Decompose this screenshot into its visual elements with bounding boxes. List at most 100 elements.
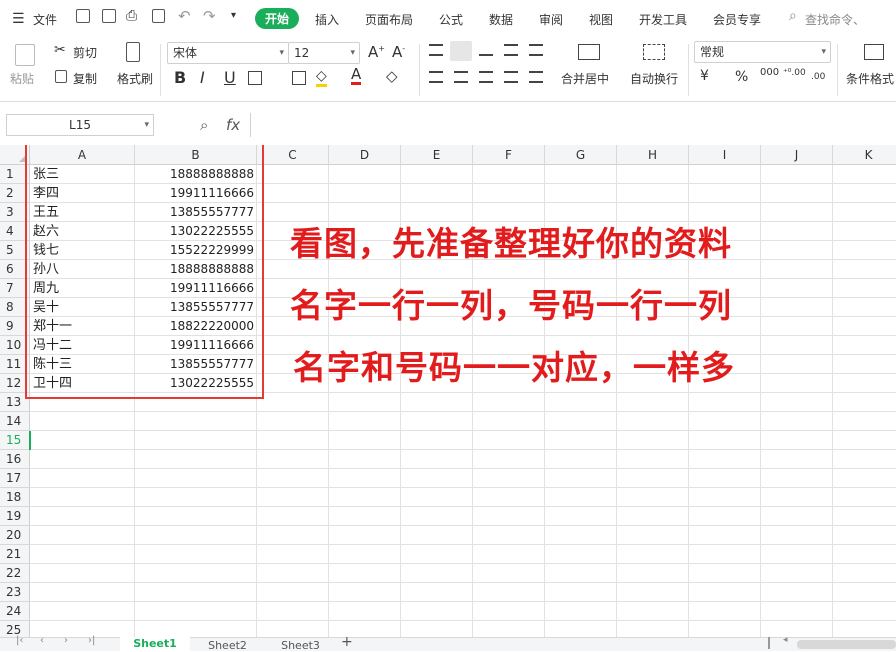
font-size-select[interactable]: 12 ▾ [288,42,360,64]
bold-button[interactable]: B [174,68,186,87]
increase-decimal-button[interactable]: ⁺⁰.00 [783,68,806,78]
align-bottom-icon[interactable] [479,44,493,56]
row-header-17[interactable]: 17 [0,469,30,488]
hamburger-icon[interactable]: ☰ [12,11,25,27]
fill-style-icon[interactable] [292,71,306,85]
export-icon[interactable] [102,9,116,23]
horizontal-scrollbar[interactable] [797,640,896,649]
column-header-j[interactable]: J [761,145,833,165]
fx-button[interactable]: fx [226,116,240,134]
next-sheet-icon[interactable]: › [64,635,68,646]
column-header-h[interactable]: H [617,145,689,165]
search-icon[interactable]: ⌕ [789,8,797,24]
row-header-23[interactable]: 23 [0,583,30,602]
wrap-text-button[interactable]: 自动换行 [630,70,678,87]
align-right-icon[interactable] [479,71,493,83]
tab-member[interactable]: 会员专享 [713,11,761,28]
search-command-input[interactable]: 查找命令、 [805,11,896,28]
tab-developer[interactable]: 开发工具 [639,11,687,28]
formula-input[interactable] [250,113,896,137]
first-sheet-icon[interactable]: |‹ [16,635,23,646]
cut-button[interactable]: 剪切 [73,44,97,61]
tab-review[interactable]: 审阅 [539,11,563,28]
ribbon-toolbar: 粘贴 ✂ 剪切 复制 格式刷 宋体 ▾ 12 ▾ A+ A- B I U ◇ A… [0,36,896,102]
thousands-button[interactable]: 000 [760,67,779,78]
decrease-decimal-button[interactable]: .00 [811,72,825,82]
sheet-tab-2[interactable]: Sheet2 [195,639,260,652]
grid-hline [30,563,896,564]
column-header-f[interactable]: F [473,145,545,165]
column-header-g[interactable]: G [545,145,617,165]
paste-button[interactable]: 粘贴 [10,70,34,87]
percent-button[interactable]: % [735,69,748,85]
number-format-select[interactable]: 常规 ▾ [694,41,831,63]
row-header-15[interactable]: 15 [0,431,30,450]
font-color-icon[interactable]: A [351,66,362,85]
align-middle-icon[interactable] [450,41,472,61]
print-icon[interactable]: ⎙ [126,8,137,24]
border-icon[interactable] [248,71,262,85]
indent-increase-icon[interactable] [529,44,543,56]
format-painter-button[interactable]: 格式刷 [117,70,153,87]
name-box[interactable]: L15 ▾ [6,114,154,136]
add-sheet-icon[interactable]: + [341,634,353,650]
tab-data[interactable]: 数据 [489,11,513,28]
merge-center-button[interactable]: 合并居中 [561,70,609,87]
preview-icon[interactable] [152,9,165,23]
fill-color-icon[interactable]: ◇ [316,68,327,87]
row-header-18[interactable]: 18 [0,488,30,507]
distribute-icon[interactable] [529,71,543,83]
font-name-select[interactable]: 宋体 ▾ [167,42,289,64]
row-header-16[interactable]: 16 [0,450,30,469]
row-header-19[interactable]: 19 [0,507,30,526]
clear-format-icon[interactable]: ◇ [386,67,398,85]
column-header-d[interactable]: D [329,145,401,165]
merge-center-icon[interactable] [578,44,600,60]
row-header-21[interactable]: 21 [0,545,30,564]
tab-page-layout[interactable]: 页面布局 [365,11,413,28]
sheet-tab-3[interactable]: Sheet3 [268,639,333,652]
underline-button[interactable]: U [224,68,236,87]
justify-icon[interactable] [504,71,518,83]
tab-view[interactable]: 视图 [589,11,613,28]
conditional-format-button[interactable]: 条件格式 [846,70,894,87]
last-sheet-icon[interactable]: ›| [88,635,95,646]
column-header-e[interactable]: E [401,145,473,165]
menu-file[interactable]: 文件 [33,11,57,28]
align-center-icon[interactable] [454,71,468,83]
row-header-20[interactable]: 20 [0,526,30,545]
column-header-c[interactable]: C [257,145,329,165]
decrease-font-icon[interactable]: A- [392,43,405,61]
row-header-14[interactable]: 14 [0,412,30,431]
row-header-22[interactable]: 22 [0,564,30,583]
save-icon[interactable] [76,9,90,23]
tab-home[interactable]: 开始 [255,8,300,29]
paste-icon[interactable] [15,44,35,66]
zoom-icon[interactable]: ⌕ [200,116,208,134]
undo-icon[interactable]: ↶ [178,7,191,25]
redo-icon[interactable]: ↷ [203,7,216,25]
increase-font-icon[interactable]: A+ [368,43,385,61]
wrap-text-icon[interactable] [643,44,665,60]
tab-formula[interactable]: 公式 [439,11,463,28]
align-top-icon[interactable] [429,44,443,56]
conditional-format-icon[interactable] [864,44,884,60]
hscroll-divider-icon[interactable] [768,637,770,649]
copy-button[interactable]: 复制 [73,70,97,87]
active-cell-marker [29,431,31,450]
align-left-icon[interactable] [429,71,443,83]
tab-insert[interactable]: 插入 [315,11,339,28]
column-header-k[interactable]: K [833,145,896,165]
italic-button[interactable]: I [200,68,205,87]
scroll-left-icon[interactable]: ◂ [783,635,788,645]
currency-icon[interactable]: ¥ [700,68,709,84]
quick-access-more-icon[interactable]: ▾ [231,10,236,21]
cut-icon[interactable]: ✂ [54,42,66,58]
prev-sheet-icon[interactable]: ‹ [40,635,44,646]
row-header-24[interactable]: 24 [0,602,30,621]
indent-decrease-icon[interactable] [504,44,518,56]
copy-icon[interactable] [55,70,67,83]
sheet-tab-1[interactable]: Sheet1 [120,637,190,652]
column-header-i[interactable]: I [689,145,761,165]
format-painter-icon[interactable] [126,42,140,62]
